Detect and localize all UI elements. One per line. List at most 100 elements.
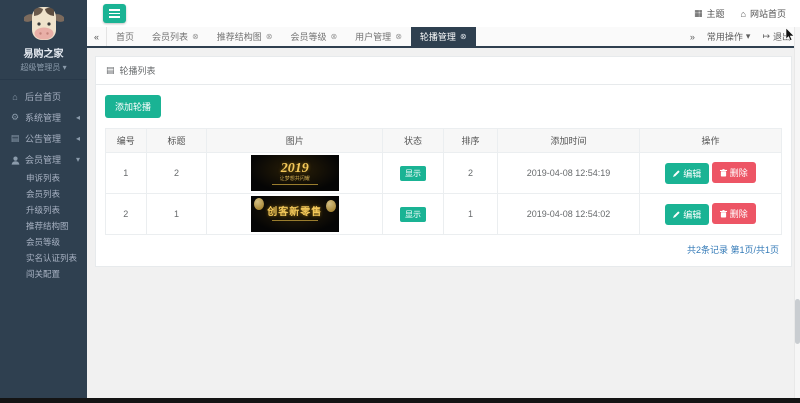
tab-label: 推荐结构图 — [217, 30, 262, 43]
gear-icon: ⚙ — [10, 112, 20, 123]
banner-image-maker-retail: 创客新零售 — [251, 196, 339, 232]
tab-home[interactable]: 首页 — [107, 27, 143, 46]
banner-text: 创客新零售 — [267, 207, 322, 218]
submenu-item-member-levels[interactable]: 会员等级 — [0, 234, 87, 250]
scrollbar-thumb[interactable] — [795, 299, 800, 344]
sidebar-item-members[interactable]: 会员管理 ▾ — [0, 149, 87, 170]
close-icon[interactable]: ⊗ — [266, 32, 273, 41]
members-submenu: 申诉列表 会员列表 升级列表 推荐结构图 会员等级 实名认证列表 闯关配置 — [0, 170, 87, 286]
banner-text: 2019 — [281, 162, 309, 176]
sidebar-toggle-button[interactable] — [103, 4, 126, 23]
vertical-scrollbar[interactable] — [794, 27, 800, 398]
sidebar-item-system[interactable]: ⚙ 系统管理 ◂ — [0, 107, 87, 128]
tabs-scroll-right-button[interactable]: » — [690, 32, 695, 42]
common-operations-dropdown[interactable]: 常用操作 ▾ — [707, 30, 751, 43]
sidebar-nav: ⌂ 后台首页 ⚙ 系统管理 ◂ ▤ 公告管理 ◂ 会员管理 ▾ 申诉列表 会员列… — [0, 86, 87, 286]
sidebar-item-announcements[interactable]: ▤ 公告管理 ◂ — [0, 128, 87, 149]
top-bar: ▦ 主题 ⌂ 网站首页 — [87, 0, 800, 27]
caret-down-icon: ▾ — [63, 63, 67, 72]
trash-icon — [720, 210, 727, 218]
main-area: ▦ 主题 ⌂ 网站首页 « 首页 会员列表 ⊗ 推荐结构图 ⊗ 会员等级 ⊗ 用… — [87, 0, 800, 398]
close-icon[interactable]: ⊗ — [460, 32, 467, 41]
col-header-title: 标题 — [146, 129, 207, 153]
close-icon[interactable]: ⊗ — [330, 32, 337, 41]
submenu-item-referral-tree[interactable]: 推荐结构图 — [0, 218, 87, 234]
carousel-panel: ▤ 轮播列表 添加轮播 编号 标题 图片 状态 — [95, 56, 792, 267]
theme-icon: ▦ — [694, 8, 703, 19]
mouse-cursor — [786, 28, 795, 41]
cell-sort: 2 — [443, 153, 497, 194]
home-icon: ⌂ — [10, 92, 20, 102]
submenu-item-realname-list[interactable]: 实名认证列表 — [0, 250, 87, 266]
tab-bar: « 首页 会员列表 ⊗ 推荐结构图 ⊗ 会员等级 ⊗ 用户管理 ⊗ 轮播管理 ⊗… — [87, 27, 800, 48]
tab-label: 会员等级 — [290, 30, 326, 43]
sidebar-item-label: 公告管理 — [25, 132, 61, 145]
table-row: 1 2 2019 让梦想共闪耀 显示 2 2019 — [106, 153, 782, 194]
chevron-left-icon: ◂ — [76, 113, 80, 122]
carousel-table: 编号 标题 图片 状态 排序 添加时间 操作 1 2 — [105, 128, 782, 235]
panel-header: ▤ 轮播列表 — [96, 57, 791, 85]
delete-button[interactable]: 删除 — [712, 203, 756, 224]
sidebar: 易购之家 超级管理员 ▾ ⌂ 后台首页 ⚙ 系统管理 ◂ ▤ 公告管理 ◂ 会员… — [0, 0, 87, 398]
status-badge: 显示 — [400, 166, 426, 181]
close-icon[interactable]: ⊗ — [395, 32, 402, 41]
cell-id: 2 — [106, 194, 147, 235]
tab-label: 首页 — [116, 30, 134, 43]
trash-icon — [720, 169, 727, 177]
col-header-time: 添加时间 — [498, 129, 640, 153]
chevron-down-icon: ▾ — [76, 155, 80, 164]
bottom-strip — [0, 398, 800, 403]
home-icon: ⌂ — [741, 9, 746, 19]
theme-link[interactable]: ▦ 主题 — [694, 7, 725, 20]
tab-carousel-management[interactable]: 轮播管理 ⊗ — [411, 27, 476, 46]
col-header-image: 图片 — [207, 129, 383, 153]
cell-time: 2019-04-08 12:54:02 — [498, 194, 640, 235]
tab-label: 用户管理 — [355, 30, 391, 43]
content-area: ▤ 轮播列表 添加轮播 编号 标题 图片 状态 — [87, 48, 800, 398]
pencil-icon — [673, 211, 680, 218]
panel-title: 轮播列表 — [120, 64, 156, 77]
tab-label: 轮播管理 — [420, 30, 456, 43]
tab-member-levels[interactable]: 会员等级 ⊗ — [281, 27, 346, 46]
close-icon[interactable]: ⊗ — [192, 32, 199, 41]
status-badge: 显示 — [400, 207, 426, 222]
cell-id: 1 — [106, 153, 147, 194]
add-carousel-button[interactable]: 添加轮播 — [105, 95, 161, 118]
submenu-item-member-list[interactable]: 会员列表 — [0, 186, 87, 202]
submenu-item-appeals[interactable]: 申诉列表 — [0, 170, 87, 186]
brand-block: 易购之家 超级管理员 ▾ — [0, 0, 87, 80]
user-role[interactable]: 超级管理员 ▾ — [0, 62, 87, 73]
cell-time: 2019-04-08 12:54:19 — [498, 153, 640, 194]
table-row: 2 1 创客新零售 显示 1 2019-04-0 — [106, 194, 782, 235]
banner-image-2019: 2019 让梦想共闪耀 — [251, 155, 339, 191]
site-home-label: 网站首页 — [750, 7, 786, 20]
edit-button[interactable]: 编辑 — [665, 163, 709, 184]
site-home-link[interactable]: ⌂ 网站首页 — [741, 7, 786, 20]
tab-user-management[interactable]: 用户管理 ⊗ — [346, 27, 411, 46]
caret-down-icon: ▾ — [746, 31, 751, 42]
tabs-scroll-left-button[interactable]: « — [87, 27, 107, 46]
tab-referral-tree[interactable]: 推荐结构图 ⊗ — [208, 27, 282, 46]
col-header-actions: 操作 — [640, 129, 782, 153]
col-header-id: 编号 — [106, 129, 147, 153]
tab-label: 会员列表 — [152, 30, 188, 43]
sidebar-item-label: 后台首页 — [25, 90, 61, 103]
cell-title: 1 — [146, 194, 207, 235]
list-icon: ▤ — [106, 65, 115, 76]
file-icon: ▤ — [10, 133, 20, 144]
table-header-row: 编号 标题 图片 状态 排序 添加时间 操作 — [106, 129, 782, 153]
col-header-sort: 排序 — [443, 129, 497, 153]
common-operations-label: 常用操作 — [707, 30, 743, 43]
banner-subtext: 让梦想共闪耀 — [280, 176, 310, 182]
pencil-icon — [673, 170, 680, 177]
chevron-left-icon: ◂ — [76, 134, 80, 143]
delete-button[interactable]: 删除 — [712, 162, 756, 183]
user-icon — [10, 154, 20, 164]
logout-icon: ↦ — [762, 31, 770, 42]
edit-button[interactable]: 编辑 — [665, 204, 709, 225]
sidebar-item-dashboard[interactable]: ⌂ 后台首页 — [0, 86, 87, 107]
submenu-item-gate-config[interactable]: 闯关配置 — [0, 266, 87, 282]
submenu-item-upgrades[interactable]: 升级列表 — [0, 202, 87, 218]
tab-member-list[interactable]: 会员列表 ⊗ — [143, 27, 208, 46]
theme-label: 主题 — [707, 7, 725, 20]
